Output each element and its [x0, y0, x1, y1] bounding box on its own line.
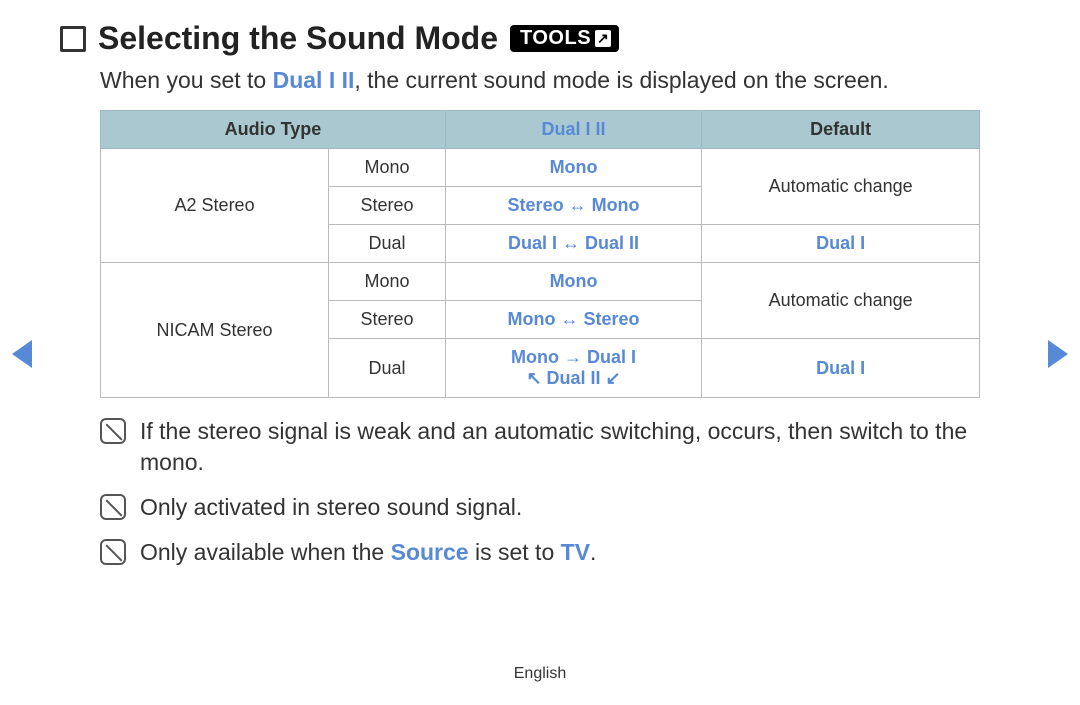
intro-text: When you set to Dual I II, the current s…	[100, 67, 1020, 94]
note3-mid: is set to	[469, 539, 561, 565]
cell-type: Stereo	[329, 301, 446, 339]
note-item: Only available when the Source is set to…	[100, 537, 1020, 568]
th-dual: Dual I II	[445, 111, 701, 149]
cell-dual: Dual I ↔ Dual II	[445, 225, 701, 263]
cell-dual-line2: ↖ Dual II ↙	[452, 368, 695, 389]
note-icon	[100, 494, 126, 520]
group-label-nicam: NICAM Stereo	[101, 263, 329, 398]
note-item: If the stereo signal is weak and an auto…	[100, 416, 1020, 478]
cell-dual: Stereo ↔ Mono	[445, 187, 701, 225]
tools-glyph-icon: ↗	[595, 30, 611, 47]
cell-type: Stereo	[329, 187, 446, 225]
note-icon	[100, 418, 126, 444]
cell-type: Dual	[329, 225, 446, 263]
tools-badge-label: TOOLS	[520, 27, 591, 50]
page-header: Selecting the Sound Mode TOOLS ↗	[60, 20, 1020, 57]
cell-type: Mono	[329, 263, 446, 301]
note-text: Only activated in stereo sound signal.	[140, 492, 522, 523]
cell-default: Dual I	[702, 339, 980, 398]
tools-badge: TOOLS ↗	[510, 25, 619, 52]
cell-default: Automatic change	[702, 263, 980, 339]
note-item: Only activated in stereo sound signal.	[100, 492, 1020, 523]
cell-default: Automatic change	[702, 149, 980, 225]
section-icon	[60, 26, 86, 52]
intro-prefix: When you set to	[100, 67, 273, 93]
intro-highlight: Dual I II	[273, 67, 355, 93]
group-label-a2: A2 Stereo	[101, 149, 329, 263]
footer-language: English	[0, 665, 1080, 683]
intro-suffix: , the current sound mode is displayed on…	[354, 67, 888, 93]
note3-source: Source	[391, 539, 469, 565]
table-row: A2 Stereo Mono Mono Automatic change	[101, 149, 980, 187]
th-default: Default	[702, 111, 980, 149]
cell-type: Dual	[329, 339, 446, 398]
note3-prefix: Only available when the	[140, 539, 391, 565]
note-text: If the stereo signal is weak and an auto…	[140, 416, 1020, 478]
cell-dual: Mono → Dual I ↖ Dual II ↙	[445, 339, 701, 398]
note3-tv: TV	[561, 539, 590, 565]
page-title: Selecting the Sound Mode	[98, 20, 498, 57]
notes-list: If the stereo signal is weak and an auto…	[100, 416, 1020, 568]
nav-next-icon[interactable]	[1048, 340, 1068, 368]
note-icon	[100, 539, 126, 565]
cell-dual: Mono	[445, 149, 701, 187]
cell-dual: Mono ↔ Stereo	[445, 301, 701, 339]
note-text: Only available when the Source is set to…	[140, 537, 596, 568]
cell-default: Dual I	[702, 225, 980, 263]
sound-mode-table: Audio Type Dual I II Default A2 Stereo M…	[100, 110, 980, 398]
cell-type: Mono	[329, 149, 446, 187]
cell-dual: Mono	[445, 263, 701, 301]
cell-dual-line1: Mono → Dual I	[452, 347, 695, 368]
nav-prev-icon[interactable]	[12, 340, 32, 368]
table-row: NICAM Stereo Mono Mono Automatic change	[101, 263, 980, 301]
note3-suffix: .	[590, 539, 596, 565]
th-audio-type: Audio Type	[101, 111, 446, 149]
